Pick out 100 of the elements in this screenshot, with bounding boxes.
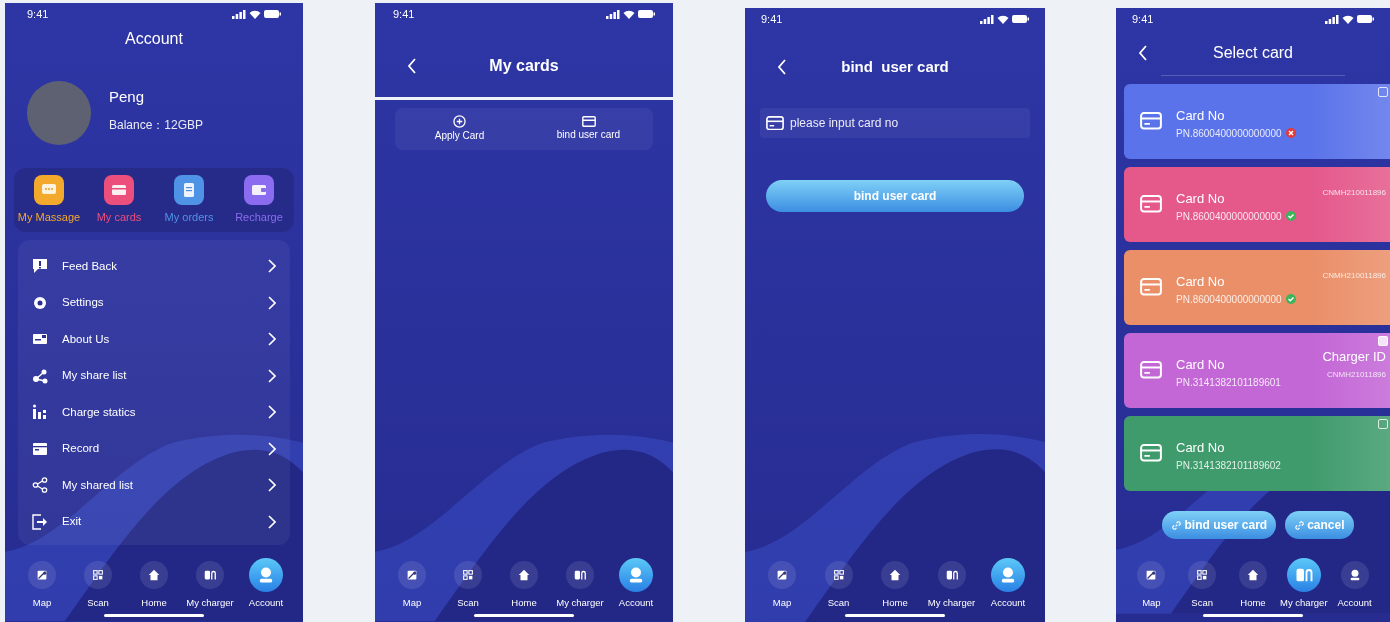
chevron-right-icon: [268, 295, 276, 310]
back-icon[interactable]: [777, 59, 787, 75]
screen-title: Account: [125, 29, 183, 49]
charger-id-label: Charger ID: [1322, 348, 1386, 366]
wifi-icon: [1342, 14, 1354, 24]
card-number: PN.8600400000000000: [1176, 292, 1282, 307]
menu-item[interactable]: My share list: [32, 357, 276, 394]
back-icon[interactable]: [407, 58, 417, 74]
scan-icon: [461, 567, 475, 582]
signal-icon: [232, 9, 246, 19]
settings-icon: [32, 294, 48, 311]
tab-item[interactable]: Home: [868, 556, 922, 610]
tab-item[interactable]: Scan: [441, 556, 495, 610]
action-button[interactable]: Apply Card: [434, 115, 485, 143]
status-time: 9:41: [761, 11, 783, 27]
chevron-right-icon: [268, 259, 276, 274]
card-label: Card No: [1176, 190, 1226, 208]
tab-item[interactable]: Map: [755, 556, 809, 610]
checkbox[interactable]: [1378, 336, 1388, 346]
tab-item[interactable]: Account: [609, 556, 663, 610]
home-icon: [888, 567, 902, 582]
status-time: 9:41: [393, 6, 415, 22]
shortcut-label: My Massage: [17, 209, 81, 225]
tab-item[interactable]: Account: [981, 556, 1035, 610]
user-name: Peng: [109, 86, 146, 107]
back-icon[interactable]: [1138, 45, 1148, 61]
share-icon: [32, 477, 48, 494]
tab-item[interactable]: Map: [385, 556, 439, 610]
shortcut-label: Recharge: [235, 209, 283, 225]
card-number: PN.3141382101189601: [1176, 375, 1281, 390]
battery-icon: [1357, 15, 1374, 23]
scan-icon: [91, 567, 105, 582]
wifi-icon: [249, 9, 261, 19]
battery-icon: [264, 10, 281, 18]
card-icon: [1140, 278, 1162, 296]
wifi-icon: [623, 9, 635, 19]
signal-icon: [606, 9, 620, 19]
tab-item[interactable]: Account: [239, 556, 293, 610]
menu-item[interactable]: Record: [32, 430, 276, 467]
card-item[interactable]: Card No PN.8600400000000000: [1124, 84, 1390, 159]
action-button[interactable]: bind user card: [556, 116, 621, 142]
tab-item[interactable]: My charger: [924, 556, 979, 610]
tab-item[interactable]: My charger: [183, 556, 237, 610]
status-time: 9:41: [27, 6, 49, 22]
tab-item[interactable]: Map: [1126, 556, 1177, 610]
card-number: PN.8600400000000000: [1176, 209, 1282, 224]
scan-icon: [1195, 567, 1210, 582]
battery-icon: [638, 10, 655, 18]
tab-item[interactable]: Scan: [71, 556, 125, 610]
chevron-right-icon: [268, 478, 276, 493]
tab-item[interactable]: Scan: [811, 556, 866, 610]
card-number: PN.8600400000000000: [1176, 126, 1282, 141]
menu-item[interactable]: About Us: [32, 321, 276, 358]
tab-item[interactable]: Home: [127, 556, 181, 610]
home-icon: [1246, 567, 1260, 582]
chevron-right-icon: [268, 405, 276, 420]
tab-item[interactable]: Scan: [1176, 556, 1228, 610]
home-icon: [147, 567, 161, 582]
chevron-right-icon: [268, 332, 276, 347]
card-icon: [581, 116, 596, 127]
tab-item[interactable]: Account: [1329, 556, 1380, 610]
checkbox[interactable]: [1378, 419, 1388, 429]
wifi-icon: [997, 14, 1009, 24]
menu-item[interactable]: Feed Back: [32, 248, 276, 285]
calendar-icon: [32, 440, 48, 457]
card-label: Card No: [1176, 356, 1226, 374]
charger-id: CNMH210011896: [1322, 270, 1386, 282]
home-icon: [517, 567, 531, 582]
card-icon: [1140, 195, 1162, 213]
menu-item[interactable]: Exit: [32, 503, 276, 540]
charger-id: CNMH210011896: [1322, 187, 1386, 199]
charger-id: CNMH21011896: [1327, 368, 1386, 381]
tab-item[interactable]: Home: [497, 556, 551, 610]
chevron-right-icon: [268, 368, 276, 383]
share-icon: [32, 367, 48, 384]
menu-item[interactable]: Settings: [32, 284, 276, 321]
card-label: Card No: [1176, 273, 1226, 291]
chevron-right-icon: [268, 514, 276, 529]
signal-icon: [1325, 14, 1339, 24]
screen-title: My cards: [489, 56, 559, 76]
card-icon: [1140, 444, 1162, 462]
card-icon: [1140, 112, 1162, 130]
feedback-icon: [32, 258, 48, 275]
signal-icon: [980, 14, 994, 24]
card-icon: [1140, 361, 1162, 379]
screen-title: Select card: [1212, 43, 1293, 63]
scan-icon: [831, 567, 846, 582]
tab-item[interactable]: My charger: [553, 556, 607, 610]
battery-icon: [1012, 15, 1029, 23]
card-icon: [766, 116, 784, 131]
exit-icon: [32, 513, 48, 530]
tab-item[interactable]: Home: [1227, 556, 1279, 610]
checkbox[interactable]: [1378, 87, 1388, 97]
menu-item[interactable]: My shared list: [32, 467, 276, 504]
tab-item[interactable]: Map: [15, 556, 69, 610]
tab-item[interactable]: My charger: [1278, 556, 1330, 610]
menu-item[interactable]: Charge statics: [32, 394, 276, 431]
status-time: 9:41: [1132, 11, 1154, 27]
link-icon: [1171, 519, 1183, 531]
shortcut-label: My orders: [164, 209, 214, 225]
